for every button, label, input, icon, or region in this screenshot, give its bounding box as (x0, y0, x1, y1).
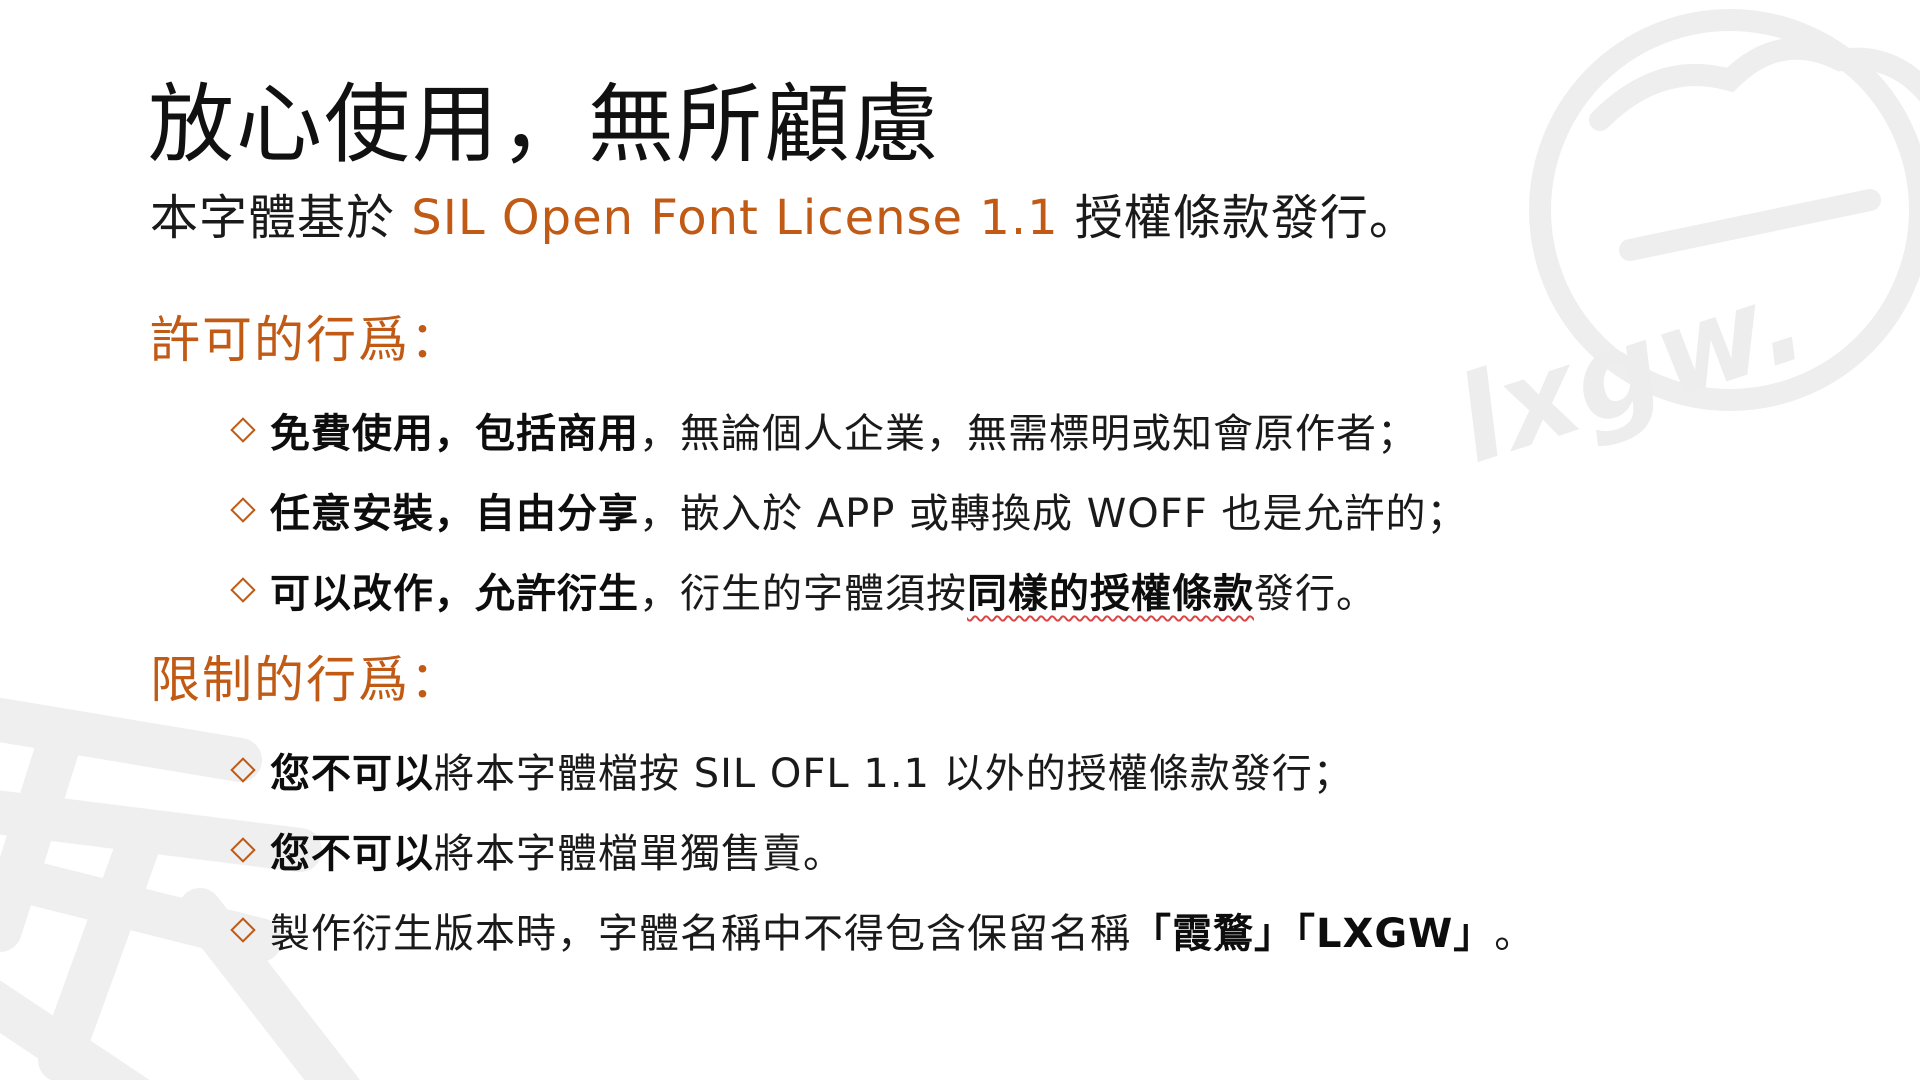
slide: lxgw. 放心使用，無所顧慮 本字體基於 SIL Open Font Lice… (0, 0, 1920, 1080)
allowed-item-text: ，嵌入於 APP 或轉換成 WOFF 也是允許的； (639, 491, 1468, 537)
restricted-heading: 限制的行爲： (150, 651, 462, 709)
subtitle-suffix: 授權條款發行。 (1058, 190, 1418, 246)
diamond-bullet-icon (230, 917, 256, 943)
restricted-item-text: 將本字體檔單獨售賣。 (434, 831, 844, 877)
reserved-names: 「霞鶩」「LXGW」 (1131, 911, 1495, 957)
same-license-terms: 同樣的授權條款 (967, 571, 1254, 617)
allowed-item-text: ，衍生的字體須按 (639, 571, 967, 617)
restricted-item-text: 將本字體檔按 SIL OFL 1.1 以外的授權條款發行； (434, 751, 1354, 797)
restricted-item-bold: 您不可以 (270, 751, 434, 797)
allowed-item-bold: 可以改作，允許衍生 (270, 571, 639, 617)
allowed-item-text: ，無論個人企業，無需標明或知會原作者； (639, 411, 1418, 457)
restricted-item-bold: 您不可以 (270, 831, 434, 877)
allowed-item: 可以改作，允許衍生 ，衍生的字體須按 同樣的授權條款 發行。 (228, 550, 1468, 630)
license-name: SIL Open Font License 1.1 (411, 190, 1059, 246)
allowed-item-bold: 任意安裝，自由分享 (270, 491, 639, 537)
allowed-item: 免費使用，包括商用 ，無論個人企業，無需標明或知會原作者； (228, 390, 1468, 470)
subtitle: 本字體基於 SIL Open Font License 1.1 授權條款發行。 (150, 178, 1418, 248)
diamond-bullet-icon (230, 417, 256, 443)
allowed-list: 免費使用，包括商用 ，無論個人企業，無需標明或知會原作者； 任意安裝，自由分享 ，嵌… (228, 390, 1468, 630)
subtitle-prefix: 本字體基於 (150, 190, 412, 246)
allowed-item: 任意安裝，自由分享 ，嵌入於 APP 或轉換成 WOFF 也是允許的； (228, 470, 1468, 550)
page-title: 放心使用，無所顧慮 (148, 75, 940, 175)
diamond-bullet-icon (230, 577, 256, 603)
restricted-item-text: 製作衍生版本時，字體名稱中不得包含保留名稱 (270, 911, 1131, 957)
restricted-item: 製作衍生版本時，字體名稱中不得包含保留名稱 「霞鶩」「LXGW」。 (228, 890, 1535, 970)
allowed-item-bold: 免費使用，包括商用 (270, 411, 639, 457)
allowed-item-text-end: 發行。 (1254, 571, 1377, 617)
diamond-bullet-icon (230, 757, 256, 783)
restricted-item: 您不可以 將本字體檔按 SIL OFL 1.1 以外的授權條款發行； (228, 730, 1535, 810)
allowed-heading: 許可的行爲： (150, 311, 462, 369)
restricted-item-text-end: 。 (1494, 911, 1536, 957)
restricted-item: 您不可以 將本字體檔單獨售賣。 (228, 810, 1535, 890)
diamond-bullet-icon (230, 497, 256, 523)
diamond-bullet-icon (230, 837, 256, 863)
restricted-list: 您不可以 將本字體檔按 SIL OFL 1.1 以外的授權條款發行； 您不可以 將本… (228, 730, 1535, 970)
